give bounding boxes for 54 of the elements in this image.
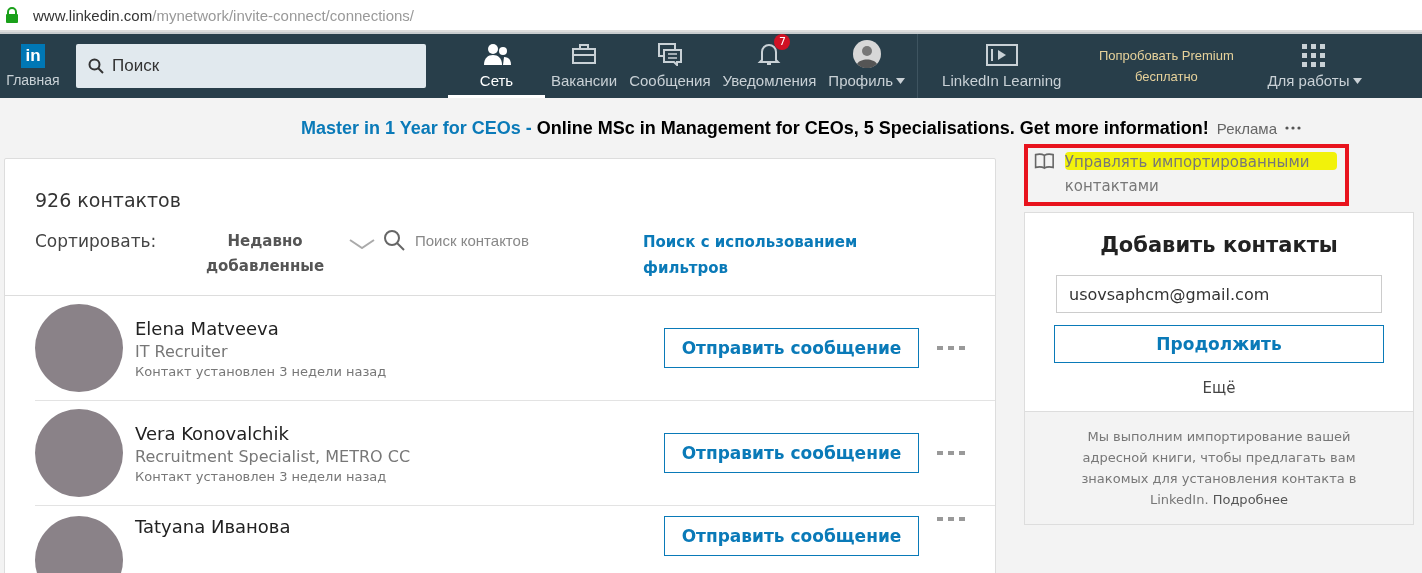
contact-name[interactable]: Vera Konovalchik [135, 422, 664, 444]
more-icon[interactable] [937, 450, 965, 456]
caret-icon [1352, 77, 1362, 84]
work-nav-item[interactable]: Для работы [1261, 34, 1368, 98]
send-message-button[interactable]: Отправить сообщение [664, 433, 919, 473]
people-icon [482, 42, 511, 66]
nav-item[interactable]: Сеть [448, 34, 545, 98]
lock-icon [5, 7, 19, 23]
premium-link[interactable]: Попробовать Premium бесплатно [1071, 34, 1262, 98]
search-field[interactable]: Поиск [76, 44, 426, 88]
ad-label: Реклама [1216, 119, 1278, 137]
search-icon [88, 58, 104, 74]
ad-link[interactable]: Master in 1 Year for CEOs - [300, 117, 532, 138]
filter-search-link[interactable]: Поиск с использованием фильтров [643, 229, 903, 281]
briefcase-icon [571, 43, 598, 65]
caret-icon [896, 77, 906, 84]
contact-name[interactable]: Tatyana Иванова [135, 516, 664, 537]
send-message-button[interactable]: Отправить сообщение [664, 516, 919, 556]
learning-nav-item[interactable]: LinkedIn Learning [932, 34, 1072, 98]
more-icon[interactable] [937, 516, 965, 522]
video-player-icon [985, 44, 1018, 68]
more-link[interactable]: Ещё [1202, 379, 1236, 397]
nav-item[interactable]: Профиль [822, 34, 912, 98]
book-icon [1034, 150, 1055, 172]
search-icon [383, 229, 405, 251]
avatar-icon [852, 40, 881, 68]
bell-icon [757, 42, 782, 66]
sort-label: Сортировать: [35, 231, 158, 251]
nav-item[interactable]: 7 Уведомления [716, 34, 823, 98]
more-icon[interactable] [937, 345, 965, 351]
learn-more-link[interactable]: Подробнее [1212, 492, 1289, 507]
chevron-down-icon[interactable] [349, 239, 375, 249]
send-message-button[interactable]: Отправить сообщение [664, 328, 919, 368]
email-field[interactable]: usovsaphcm@gmail.com [1056, 275, 1382, 313]
url-text[interactable]: www.linkedin.com/mynetwork/invite-connect/connections/ [33, 6, 414, 24]
import-note: Мы выполним импортирование вашей адресной книги, чтобы предлагать вам знакомых для установления контакта в LinkedIn. Подробнее [1080, 428, 1358, 509]
home-nav-item[interactable]: in Главная [0, 34, 66, 98]
connection-time: Контакт установлен 3 недели назад [135, 363, 388, 379]
add-contacts-title: Добавить контакты [1100, 233, 1338, 257]
connections-count: 926 контактов [35, 189, 182, 211]
ad-text: Master in 1 Year for CEOs - Online MSc in Management for CEOs, 5 Specialisations. Get more information! [300, 117, 1209, 139]
notification-badge: 7 [774, 34, 791, 50]
messages-icon [656, 42, 683, 66]
more-icon[interactable] [1285, 126, 1302, 130]
nav-item[interactable]: Сообщения [623, 34, 717, 98]
grid-icon [1302, 44, 1327, 68]
nav-item[interactable]: Вакансии [545, 34, 624, 98]
contact-headline: IT Recruiter [135, 341, 229, 361]
continue-button[interactable]: Продолжить [1054, 325, 1384, 363]
sort-dropdown[interactable]: Недавно добавленные [195, 229, 335, 279]
connection-time: Контакт установлен 3 недели назад [135, 468, 388, 484]
contact-name[interactable]: Elena Matveeva [135, 317, 664, 339]
manage-imported-link[interactable]: Управлять импортированными контактами [1064, 150, 1339, 198]
contact-headline: Recruitment Specialist, METRO CC [135, 446, 412, 466]
